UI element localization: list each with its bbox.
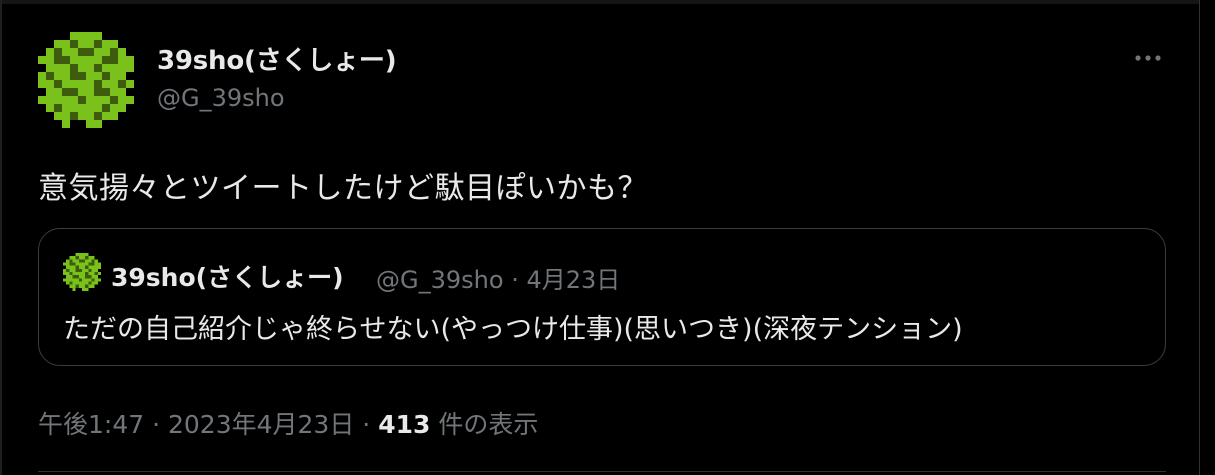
meta-separator: · [152, 410, 161, 439]
turtle-pixel-avatar-icon [63, 253, 101, 291]
quoted-meta: @G_39sho · 4月23日 [376, 260, 620, 295]
views-count: 413 [378, 410, 431, 439]
quoted-separator: · [511, 266, 519, 294]
scrollbar-track[interactable] [1200, 0, 1215, 475]
divider [38, 471, 1166, 472]
more-options-icon [1135, 55, 1161, 61]
quoted-tweet-card[interactable]: 39sho(さくしょー) @G_39sho · 4月23日 ただの自己紹介じゃ終… [38, 228, 1166, 366]
quoted-date: 4月23日 [526, 266, 621, 294]
more-options-button[interactable] [1128, 38, 1168, 78]
author-name[interactable]: 39sho(さくしょー) [157, 40, 397, 77]
turtle-pixel-avatar-icon [38, 32, 134, 128]
window-left-edge [0, 0, 2, 475]
author-handle[interactable]: @G_39sho [157, 84, 285, 112]
quoted-author-name: 39sho(さくしょー) [111, 263, 344, 292]
tweet-date[interactable]: 2023年4月23日 [168, 410, 354, 439]
views-label: 件の表示 [438, 410, 539, 439]
tweet-time[interactable]: 午後1:47 [38, 410, 144, 439]
tweet-meta: 午後1:47 · 2023年4月23日 · 413 件の表示 [38, 405, 538, 441]
quoted-tweet-text: ただの自己紹介じゃ終らせない(やっつけ仕事)(思いつき)(深夜テンション) [63, 314, 963, 345]
avatar[interactable] [38, 32, 134, 128]
window-top-edge [0, 0, 1215, 4]
quoted-author-handle: @G_39sho [376, 266, 504, 294]
tweet-text: 意気揚々とツイートしたけど駄目ぽいかも？ [38, 171, 648, 206]
meta-separator: · [362, 410, 371, 439]
quoted-avatar [63, 253, 101, 291]
